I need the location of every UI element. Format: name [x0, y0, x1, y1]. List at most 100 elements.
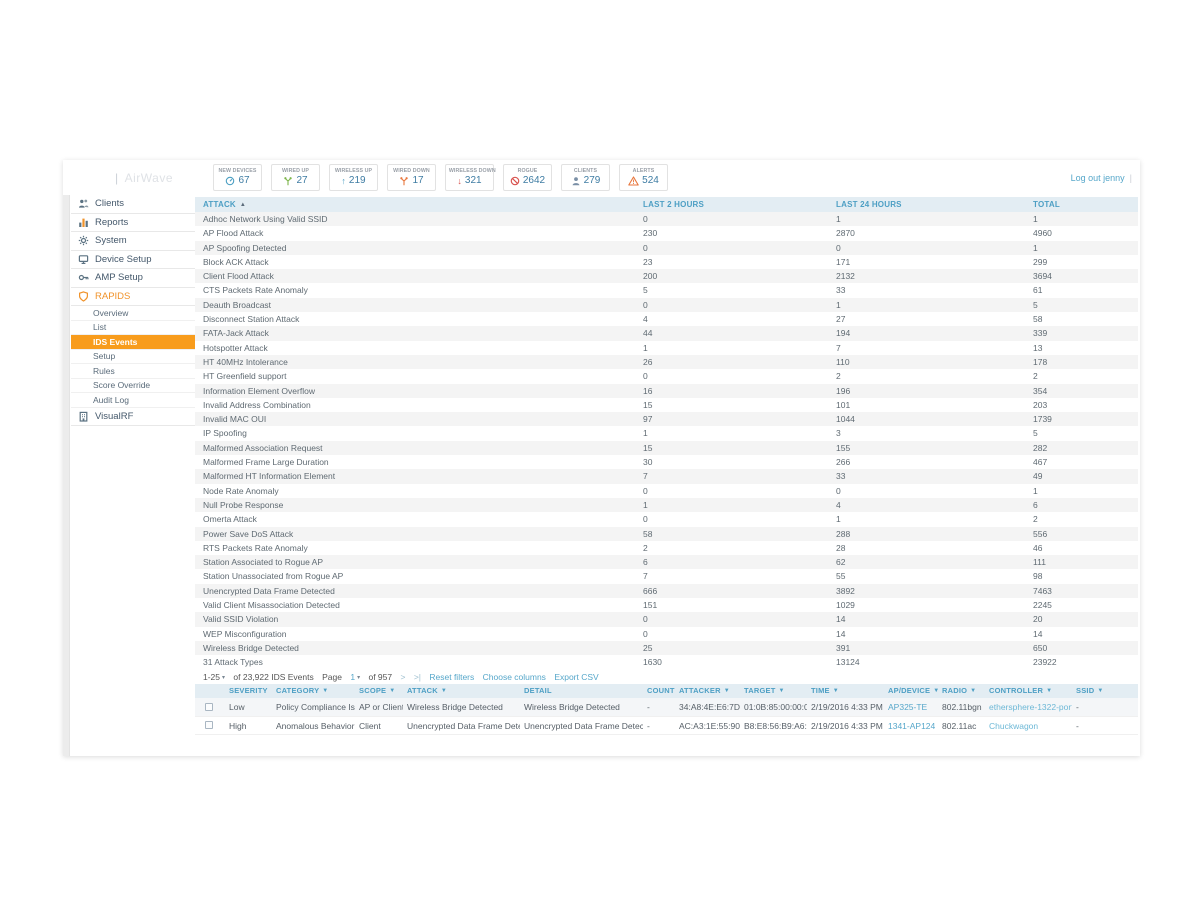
total-cell: 2	[1033, 369, 1138, 383]
total-cell: 1	[1033, 212, 1138, 226]
logo-mark: |	[115, 171, 119, 185]
column-header-total[interactable]: TOTAL	[1033, 197, 1138, 212]
sidebar: Clients Reports System Device SetupAMP Setu…	[63, 195, 195, 756]
column-header-count[interactable]: COUNT	[643, 684, 675, 698]
severity-cell: High	[225, 717, 272, 735]
stat-wired-down[interactable]: WIRED DOWN17	[387, 164, 436, 191]
controller-cell[interactable]: Chuckwagon	[985, 717, 1072, 735]
choose-columns-link[interactable]: Choose columns	[483, 672, 546, 682]
column-header-attacker[interactable]: ATTACKER▼	[675, 684, 740, 698]
attack-name-cell: IP Spoofing	[195, 426, 643, 440]
sidebar-item-rules[interactable]: Rules	[71, 364, 195, 379]
stat-wireless-up[interactable]: WIRELESS UP↑219	[329, 164, 378, 191]
stat-value: ↓321	[446, 175, 493, 186]
logout-link[interactable]: Log out jenny	[1071, 173, 1125, 183]
last-2-hours-cell: 16	[643, 384, 836, 398]
column-header-detail[interactable]: DETAIL	[520, 684, 643, 698]
last-2-hours-cell: 0	[643, 369, 836, 383]
table-row: Null Probe Response146	[195, 498, 1138, 512]
no-entry-icon	[510, 176, 520, 186]
sidebar-item-label: Overview	[93, 308, 128, 318]
row-checkbox[interactable]	[205, 721, 213, 729]
sidebar-strip	[63, 195, 70, 756]
next-page-button[interactable]: >	[400, 672, 405, 682]
total-cell: 111	[1033, 555, 1138, 569]
table-row: Invalid Address Combination15101203	[195, 398, 1138, 412]
column-header-last-24-hours[interactable]: LAST 24 HOURS	[836, 197, 1033, 212]
sidebar-item-clients[interactable]: Clients	[71, 195, 195, 214]
column-header-attack[interactable]: ATTACK▼	[403, 684, 520, 698]
attack-cell: Wireless Bridge Detected	[403, 698, 520, 716]
export-csv-link[interactable]: Export CSV	[554, 672, 598, 682]
column-label: TOTAL	[1033, 200, 1060, 209]
column-header-severity[interactable]: SEVERITY▼	[225, 684, 272, 698]
sidebar-item-setup[interactable]: Setup	[71, 350, 195, 365]
sidebar-item-score-override[interactable]: Score Override	[71, 379, 195, 394]
time-cell: 2/19/2016 4:33 PM PST	[807, 717, 884, 735]
column-header-radio[interactable]: RADIO▼	[938, 684, 985, 698]
column-header-category[interactable]: CATEGORY▼	[272, 684, 355, 698]
last-2-hours-cell: 151	[643, 598, 836, 612]
total-cell: 282	[1033, 441, 1138, 455]
stat-clients[interactable]: CLIENTS279	[561, 164, 610, 191]
sidebar-item-audit-log[interactable]: Audit Log	[71, 393, 195, 408]
sidebar-item-amp-setup[interactable]: AMP Setup	[71, 269, 195, 288]
ap_device-cell[interactable]: 1341-AP124	[884, 717, 938, 735]
sidebar-item-reports[interactable]: Reports	[71, 214, 195, 233]
sidebar-item-system[interactable]: System	[71, 232, 195, 251]
column-header-time[interactable]: TIME▼	[807, 684, 884, 698]
last-2-hours-cell: 7	[643, 469, 836, 483]
stat-alerts[interactable]: ALERTS524	[619, 164, 668, 191]
column-label: SSID	[1076, 686, 1094, 695]
stat-wireless-down[interactable]: WIRELESS DOWN↓321	[445, 164, 494, 191]
sidebar-item-list[interactable]: List	[71, 321, 195, 336]
rows-per-page-dropdown[interactable]: 1-25▾	[203, 672, 225, 682]
column-header-attack[interactable]: ATTACK▲	[195, 197, 643, 212]
sidebar-item-label: Reports	[95, 217, 128, 228]
last-2-hours-cell: 1630	[643, 655, 836, 669]
sidebar-item-ids-events[interactable]: IDS Events	[71, 335, 195, 350]
stat-wired-up[interactable]: WIRED UP27	[271, 164, 320, 191]
last-24-hours-cell: 391	[836, 641, 1033, 655]
logout-area: Log out jenny|	[1071, 173, 1132, 183]
stat-rogue[interactable]: ROGUE2642	[503, 164, 552, 191]
column-header-target[interactable]: TARGET▼	[740, 684, 807, 698]
sidebar-item-overview[interactable]: Overview	[71, 306, 195, 321]
sidebar-item-visualrf[interactable]: VisualRF	[71, 408, 195, 427]
sidebar-item-label: RAPIDS	[95, 291, 130, 302]
attack-name-cell: Malformed Association Request	[195, 441, 643, 455]
column-header-scope[interactable]: SCOPE▼	[355, 684, 403, 698]
column-header-last-2-hours[interactable]: LAST 2 HOURS	[643, 197, 836, 212]
table-row: Station Associated to Rogue AP662111	[195, 555, 1138, 569]
reset-filters-link[interactable]: Reset filters	[429, 672, 474, 682]
column-label: RADIO	[942, 686, 967, 695]
last-page-button[interactable]: >|	[414, 672, 421, 682]
sidebar-item-label: System	[95, 235, 127, 246]
attack-name-cell: Unencrypted Data Frame Detected	[195, 584, 643, 598]
sidebar-item-device-setup[interactable]: Device Setup	[71, 251, 195, 270]
ap_device-cell[interactable]: AP325-TE	[884, 698, 938, 716]
sidebar-item-rapids[interactable]: RAPIDS	[71, 288, 195, 307]
scope-cell: AP or Client	[355, 698, 403, 716]
page-number-dropdown[interactable]: 1▾	[350, 672, 360, 682]
column-header-controller[interactable]: CONTROLLER▼	[985, 684, 1072, 698]
attack-name-cell: Invalid MAC OUI	[195, 412, 643, 426]
last-24-hours-cell: 1029	[836, 598, 1033, 612]
column-header-ssid[interactable]: SSID▼	[1072, 684, 1138, 698]
last-2-hours-cell: 1	[643, 498, 836, 512]
stat-new-devices[interactable]: NEW DEVICES67	[213, 164, 262, 191]
table-row: Station Unassociated from Rogue AP75598	[195, 569, 1138, 583]
row-checkbox[interactable]	[205, 703, 213, 711]
stat-number: 524	[642, 175, 659, 186]
column-header-ap_device[interactable]: AP/DEVICE▼	[884, 684, 938, 698]
last-24-hours-cell: 1	[836, 212, 1033, 226]
last-2-hours-cell: 4	[643, 312, 836, 326]
sort-caret-icon: ▼	[970, 688, 976, 694]
controller-cell[interactable]: ethersphere-1322-porfidio	[985, 698, 1072, 716]
total-cell: 203	[1033, 398, 1138, 412]
event-row: HighAnomalous BehaviorClientUnencrypted …	[195, 717, 1138, 736]
stat-value: 279	[562, 175, 609, 186]
last-2-hours-cell: 0	[643, 298, 836, 312]
total-cell: 650	[1033, 641, 1138, 655]
chevron-down-icon: ▾	[222, 675, 225, 681]
